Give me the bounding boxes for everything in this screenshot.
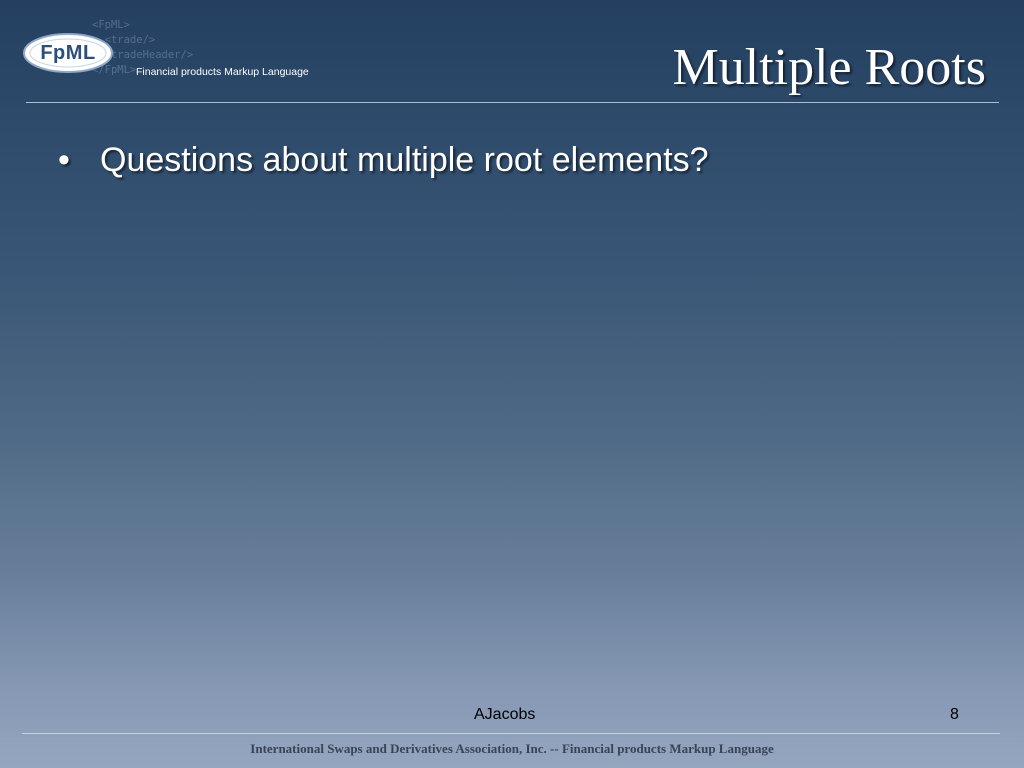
- logo-tagline: Financial products Markup Language: [136, 66, 309, 78]
- bullet-text: Questions about multiple root elements?: [100, 141, 709, 179]
- logo-badge-text: FpML: [40, 42, 96, 64]
- slide-title: Multiple Roots: [672, 39, 986, 96]
- footer-author: AJacobs: [474, 706, 536, 723]
- title-divider: [26, 102, 999, 103]
- footer-organization: International Swaps and Derivatives Asso…: [250, 741, 774, 756]
- bullet-list: • Questions about multiple root elements…: [58, 136, 709, 184]
- page-number: 8: [950, 706, 959, 723]
- bullet-icon: •: [58, 141, 70, 179]
- footer-divider: [22, 733, 1000, 734]
- bullet-item: • Questions about multiple root elements…: [58, 136, 709, 184]
- fpml-logo: <FpML> <trade/> <tradeHeader/> </FpML> F…: [22, 14, 322, 94]
